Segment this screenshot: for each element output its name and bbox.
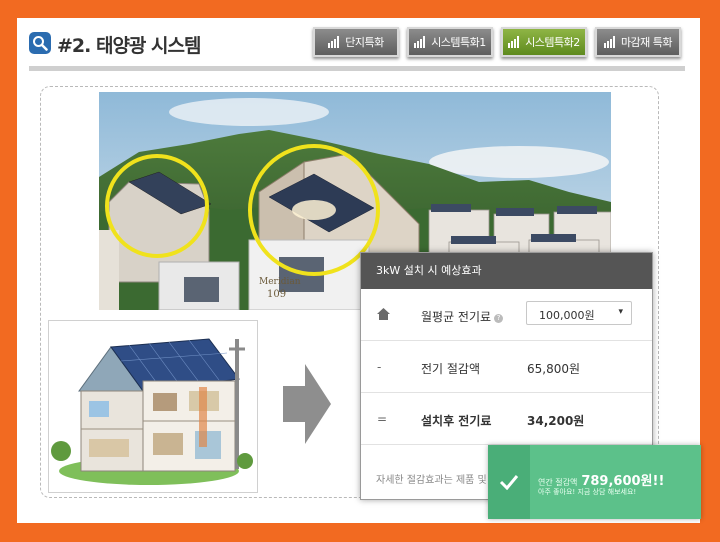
tab-label: 시스템특화2 (525, 36, 580, 49)
bar-chart-icon (414, 36, 427, 48)
tab-system-special-1[interactable]: 시스템특화1 (407, 27, 493, 57)
savings-value: 65,800원 (527, 362, 581, 376)
tab-label: 단지특화 (345, 36, 384, 49)
after-bill-value: 34,200원 (527, 414, 585, 428)
after-bill-row: = 설치후 전기료 34,200원 (361, 393, 652, 445)
annual-savings-toast: 연간 절감액 789,600원!! 아주 좋아요! 지금 상담 해보세요! (488, 445, 701, 519)
check-icon (488, 445, 530, 519)
bar-chart-icon (328, 36, 341, 48)
building-sign: Meridian (259, 277, 301, 287)
bar-chart-icon (508, 36, 521, 48)
page-title: #2. 태양광 시스템 (57, 35, 201, 57)
tab-system-special-2[interactable]: 시스템특화2 (501, 27, 587, 57)
calculator-header: 3kW 설치 시 예상효과 (361, 253, 652, 289)
tab-label: 시스템특화1 (431, 36, 486, 49)
chevron-down-icon: ▾ (618, 307, 623, 317)
bar-chart-icon (603, 36, 617, 48)
help-icon[interactable]: ? (494, 314, 504, 323)
tab-complex-special[interactable]: 단지특화 (313, 27, 399, 57)
after-bill-label: 설치후 전기료 (421, 414, 492, 428)
toast-message: 아주 좋아요! 지금 상담 해보세요! (538, 488, 637, 496)
savings-row: - 전기 절감액 65,800원 (361, 341, 652, 393)
building-number: 109 (267, 289, 286, 300)
tab-label: 마감재 특화 (620, 36, 673, 49)
tab-bar: 단지특화 시스템특화1 시스템특화2 마감재 특화 (313, 27, 681, 57)
annual-savings-label: 연간 절감액 (538, 478, 578, 487)
solar-house-diagram (48, 320, 258, 493)
home-icon (377, 308, 390, 323)
monthly-bill-select[interactable]: 100,000원 ▾ (526, 301, 632, 325)
calculator-footnote: 자세한 절감효과는 제품 및 환 (376, 475, 500, 486)
arrow-right-icon (283, 364, 331, 448)
search-icon (29, 32, 51, 54)
monthly-bill-label: 월평균 전기료 (421, 310, 492, 324)
monthly-bill-row: 월평균 전기료? 100,000원 ▾ (361, 289, 652, 341)
minus-icon: - (377, 360, 382, 374)
page: #2. 태양광 시스템 단지특화 시스템특화1 시스템특화2 마감재 특화 Me… (17, 18, 701, 523)
equals-icon: = (377, 412, 388, 426)
savings-label: 전기 절감액 (421, 362, 481, 376)
header-divider (29, 66, 685, 71)
tab-finish-special[interactable]: 마감재 특화 (595, 27, 681, 57)
monthly-bill-value: 100,000원 (539, 309, 595, 322)
